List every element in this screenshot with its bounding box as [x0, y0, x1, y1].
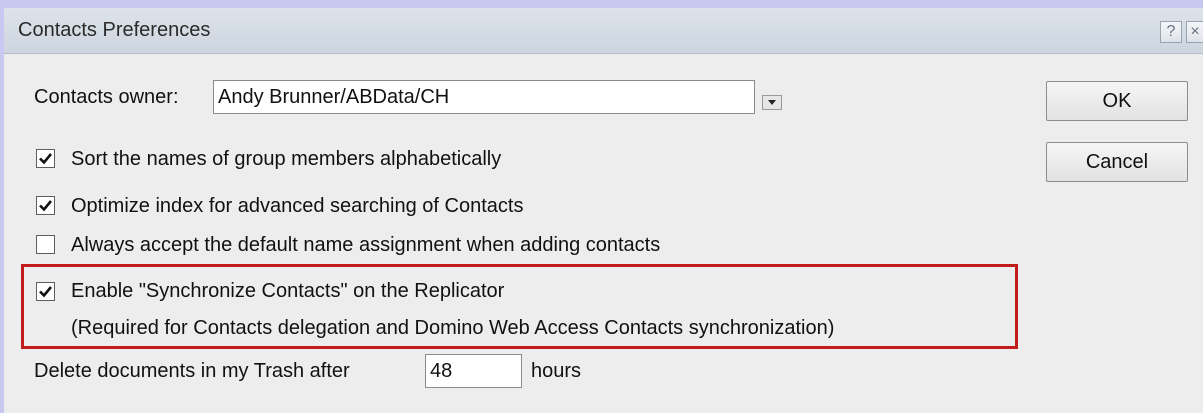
contacts-preferences-dialog: Contacts Preferences ? × Contacts owner:… — [0, 0, 1203, 413]
option-label-accept-default-name: Always accept the default name assignmen… — [71, 234, 661, 256]
window-title: Contacts Preferences — [18, 19, 211, 41]
option-label-optimize-index: Optimize index for advanced searching of… — [71, 195, 524, 217]
option-label-enable-sync: Enable "Synchronize Contacts" on the Rep… — [71, 280, 505, 302]
checkbox-optimize-index[interactable] — [36, 196, 55, 215]
checkbox-accept-default-name[interactable] — [36, 235, 55, 254]
trash-hours-field[interactable]: 48 — [425, 354, 522, 388]
option-label-sort-members: Sort the names of group members alphabet… — [71, 148, 502, 170]
trash-label: Delete documents in my Trash after — [34, 360, 350, 382]
ok-button[interactable]: OK — [1046, 81, 1188, 121]
sync-note: (Required for Contacts delegation and Do… — [71, 317, 835, 339]
cancel-button[interactable]: Cancel — [1046, 142, 1188, 182]
help-button[interactable]: ? — [1160, 21, 1182, 43]
hours-label: hours — [531, 360, 582, 382]
dialog-body: Contacts owner: Andy Brunner/ABData/CH S… — [4, 54, 1203, 413]
checkbox-enable-sync[interactable] — [36, 282, 55, 301]
owner-dropdown-button[interactable] — [762, 95, 782, 110]
checkmark-icon — [39, 286, 53, 298]
chevron-down-icon — [768, 100, 776, 105]
title-bar: Contacts Preferences ? × — [4, 8, 1203, 54]
checkbox-sort-members[interactable] — [36, 149, 55, 168]
owner-field[interactable]: Andy Brunner/ABData/CH — [213, 80, 755, 114]
close-button[interactable]: × — [1186, 21, 1203, 43]
checkmark-icon — [39, 153, 53, 165]
checkmark-icon — [39, 200, 53, 212]
owner-label: Contacts owner: — [34, 86, 179, 108]
